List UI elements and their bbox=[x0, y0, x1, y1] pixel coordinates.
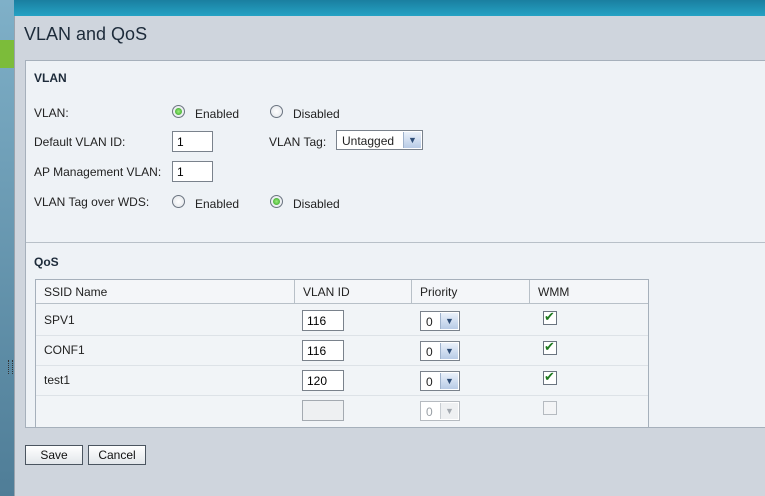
chevron-down-icon: ▼ bbox=[440, 343, 458, 359]
vlan-disabled-label: Disabled bbox=[293, 107, 340, 121]
table-row-ssid: CONF1 bbox=[44, 343, 85, 357]
table-row-ssid: test1 bbox=[44, 373, 71, 387]
row-divider bbox=[36, 335, 648, 336]
cancel-button[interactable]: Cancel bbox=[88, 445, 146, 465]
row-priority-select[interactable]: 0 ▼ bbox=[420, 341, 460, 361]
qos-section-title: QoS bbox=[34, 255, 59, 269]
row-divider bbox=[36, 365, 648, 366]
row-priority-value: 0 bbox=[426, 315, 433, 329]
chevron-down-icon: ▼ bbox=[440, 313, 458, 329]
row-wmm-checkbox[interactable] bbox=[543, 369, 557, 385]
tag-over-wds-enabled-radio[interactable] bbox=[172, 195, 185, 208]
vlan-label: VLAN: bbox=[34, 106, 69, 120]
row-wmm-checkbox bbox=[543, 401, 557, 415]
chevron-down-icon: ▼ bbox=[440, 373, 458, 389]
vlan-tag-label: VLAN Tag: bbox=[269, 135, 327, 149]
col-header-ssid: SSID Name bbox=[36, 280, 295, 304]
row-priority-select[interactable]: 0 ▼ bbox=[420, 311, 460, 331]
col-header-vlan-id: VLAN ID bbox=[295, 280, 412, 304]
qos-table: SSID Name VLAN ID Priority WMM SPV1 0 ▼ … bbox=[35, 279, 649, 428]
row-priority-value: 0 bbox=[426, 375, 433, 389]
ap-mgmt-vlan-label: AP Management VLAN: bbox=[34, 165, 162, 179]
col-header-priority: Priority bbox=[412, 280, 530, 304]
row-wmm-checkbox[interactable] bbox=[543, 339, 557, 355]
tag-over-wds-label: VLAN Tag over WDS: bbox=[34, 195, 150, 209]
tag-over-wds-disabled-radio[interactable] bbox=[270, 195, 283, 208]
ap-mgmt-vlan-input[interactable] bbox=[172, 161, 213, 182]
left-nav-active-marker bbox=[0, 40, 14, 68]
default-vlan-id-input[interactable] bbox=[172, 131, 213, 152]
row-priority-value: 0 bbox=[426, 345, 433, 359]
panel-resize-grip[interactable] bbox=[8, 360, 13, 374]
default-vlan-id-label: Default VLAN ID: bbox=[34, 135, 126, 149]
chevron-down-icon: ▼ bbox=[440, 403, 458, 419]
save-button[interactable]: Save bbox=[25, 445, 83, 465]
col-header-wmm: WMM bbox=[530, 280, 648, 304]
section-divider bbox=[26, 242, 765, 243]
row-vlan-id-input[interactable] bbox=[302, 310, 344, 331]
left-nav-strip bbox=[0, 0, 14, 496]
vlan-section-title: VLAN bbox=[34, 71, 67, 85]
tag-over-wds-enabled-label: Enabled bbox=[195, 197, 240, 211]
vlan-enabled-label: Enabled bbox=[195, 107, 240, 121]
vlan-disabled-radio[interactable] bbox=[270, 105, 283, 118]
top-header-band bbox=[14, 0, 765, 16]
row-wmm-checkbox[interactable] bbox=[543, 309, 557, 325]
vlan-tag-value: Untagged bbox=[342, 134, 395, 148]
row-divider bbox=[36, 395, 648, 396]
tag-over-wds-disabled-label: Disabled bbox=[293, 197, 340, 211]
vlan-enabled-radio[interactable] bbox=[172, 105, 185, 118]
page-title: VLAN and QoS bbox=[24, 24, 148, 44]
row-vlan-id-input[interactable] bbox=[302, 340, 344, 361]
row-priority-select: 0 ▼ bbox=[420, 401, 460, 421]
main-panel: VLAN and QoS VLAN VLAN: Enabled Disabled… bbox=[14, 16, 765, 496]
row-vlan-id-input[interactable] bbox=[302, 370, 344, 391]
row-vlan-id-input bbox=[302, 400, 344, 421]
settings-box: VLAN VLAN: Enabled Disabled Default VLAN… bbox=[25, 60, 765, 428]
row-priority-select[interactable]: 0 ▼ bbox=[420, 371, 460, 391]
row-priority-value: 0 bbox=[426, 405, 433, 419]
table-row-ssid: SPV1 bbox=[44, 313, 75, 327]
vlan-tag-select[interactable]: Untagged ▼ bbox=[336, 130, 423, 150]
chevron-down-icon: ▼ bbox=[403, 132, 421, 148]
